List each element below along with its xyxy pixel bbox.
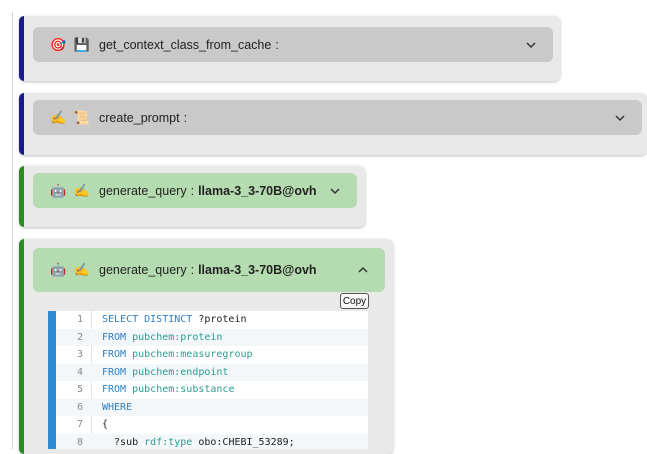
code-token: ?sub (102, 436, 145, 448)
tree-guide-line (12, 12, 13, 449)
card-accent-bar (19, 16, 24, 81)
code-line: 5 FROM pubchem:substance (56, 381, 368, 399)
code-token: FROM (102, 366, 133, 378)
target-disk-icons: 🎯 💾 (50, 36, 92, 52)
code-text: WHERE (102, 399, 132, 417)
code-text: { (102, 416, 108, 434)
code-token: pubchem:substance (132, 384, 235, 395)
line-number: 3 (76, 349, 83, 360)
robot-writing-icons: 🤖 ✍️ (50, 182, 92, 198)
code-text: ?sub rdf:type obo:CHEBI_53289; (102, 434, 295, 450)
code-line: 7{ (56, 416, 368, 434)
line-number: 2 (76, 331, 83, 343)
code-text: FROM pubchem:substance (102, 381, 234, 399)
step-header-get-context[interactable]: 🎯 💾 get_context_class_from_cache : (33, 27, 553, 62)
line-number: 8 (76, 436, 83, 448)
code-left-bar (48, 311, 56, 449)
code-line: 4 FROM pubchem:endpoint (56, 363, 368, 382)
code-line: 1 SELECT DISTINCT ?protein (56, 311, 368, 329)
writing-scroll-icons: ✍️ 📜 (50, 109, 92, 125)
card-accent-bar (19, 239, 24, 454)
step-header-generate-query[interactable]: 🤖 ✍️ generate_query : llama-3_3-70B@ovh (33, 173, 357, 208)
step-name: create_prompt (99, 110, 180, 125)
card-accent-bar (19, 166, 24, 227)
code-text: SELECT DISTINCT ?protein (102, 311, 247, 329)
code-block[interactable]: 1 SELECT DISTINCT ?protein 2 FROM pubchem:p… (48, 311, 368, 449)
code-token: FROM (102, 384, 133, 395)
code-text: FROM pubchem:endpoint (102, 364, 228, 382)
step-name: get_context_class_from_cache (99, 37, 272, 52)
code-line: 8 ?sub rdf:type obo:CHEBI_53289; (56, 433, 368, 450)
code-token: FROM (102, 331, 133, 343)
step-separator: : (183, 110, 188, 125)
code-text: FROM pubchem:protein (102, 329, 222, 347)
code-token: { (102, 419, 109, 430)
robot-writing-icons: 🤖 ✍️ (50, 262, 92, 277)
code-token: ?protein (198, 314, 247, 325)
line-number: 6 (76, 401, 83, 413)
chevron-down-icon[interactable] (614, 112, 626, 124)
line-number: 7 (76, 419, 83, 430)
code-line: 6 WHERE (56, 398, 368, 417)
code-token: pubchem:measuregroup (132, 349, 253, 360)
copy-button[interactable]: Copy (340, 293, 369, 309)
chevron-up-icon[interactable] (357, 264, 369, 276)
code-line: 3 FROM pubchem:measuregroup (56, 346, 368, 364)
step-header-create-prompt[interactable]: ✍️ 📜 create_prompt : (33, 100, 642, 135)
step-name: generate_query (99, 263, 187, 277)
card-accent-bar (19, 93, 24, 155)
chevron-down-icon[interactable] (329, 185, 341, 197)
step-separator: : (190, 263, 195, 277)
code-token: FROM (102, 349, 133, 360)
code-token: pubchem:protein (132, 331, 223, 343)
line-number: 1 (76, 314, 83, 325)
code-token: SELECT DISTINCT (102, 314, 199, 325)
line-number: 5 (76, 384, 83, 395)
code-line: 2 FROM pubchem:protein (56, 328, 368, 347)
step-header-generate-query-expanded[interactable]: 🤖 ✍️ generate_query : llama-3_3-70B@ovh (33, 248, 385, 292)
step-separator: : (275, 37, 279, 52)
step-separator: : (190, 183, 195, 198)
code-token: obo:CHEBI_53289; (198, 436, 295, 448)
code-token: pubchem:endpoint (132, 366, 229, 378)
chevron-down-icon[interactable] (525, 39, 537, 51)
code-token: WHERE (102, 401, 133, 413)
model-name: llama-3_3-70B@ovh (198, 263, 317, 277)
code-text: FROM pubchem:measuregroup (102, 346, 253, 364)
code-token: rdf:type (144, 436, 199, 448)
step-name: generate_query (99, 183, 187, 198)
line-number: 4 (76, 366, 83, 378)
model-name: llama-3_3-70B@ovh (198, 183, 317, 198)
